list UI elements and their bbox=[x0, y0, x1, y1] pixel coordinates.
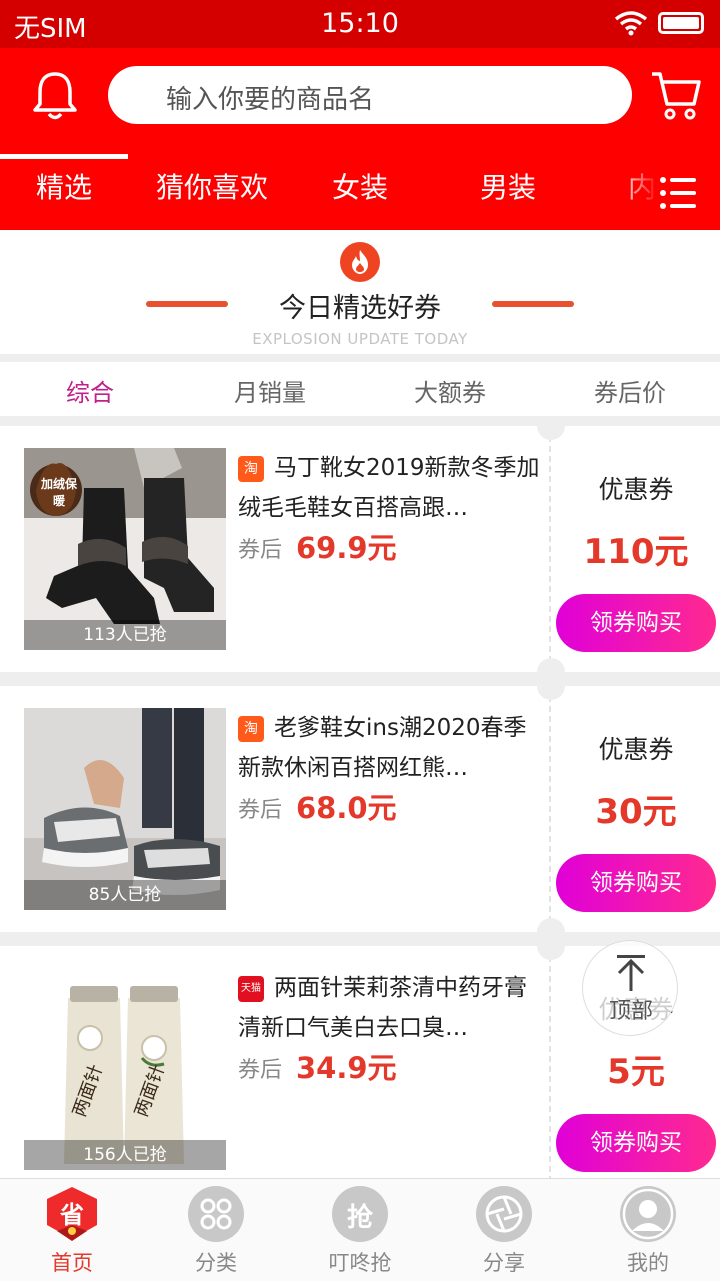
tab-womens[interactable]: 女装 bbox=[332, 166, 388, 206]
fire-icon bbox=[340, 242, 380, 282]
get-coupon-button[interactable]: 领券购买 bbox=[556, 1114, 716, 1172]
bell-icon[interactable] bbox=[30, 70, 80, 122]
tab-flash-grab[interactable]: 抢 叮咚抢 bbox=[288, 1179, 432, 1281]
active-tab-indicator bbox=[0, 154, 128, 159]
product-price: 68.0元 bbox=[296, 791, 397, 825]
banner-title: 今日精选好券 bbox=[279, 293, 441, 324]
wifi-icon bbox=[614, 11, 648, 36]
bottom-tab-bar: 省 首页 分类 抢 叮咚抢 分享 我的 bbox=[0, 1178, 720, 1281]
after-coupon-label: 券后 bbox=[238, 538, 283, 563]
image-tag: 加绒保暖 bbox=[40, 477, 77, 508]
status-time: 15:10 bbox=[321, 8, 399, 39]
tab-home-label: 首页 bbox=[51, 1251, 93, 1275]
section-banner: 今日精选好券 EXPLOSION UPDATE TODAY bbox=[0, 230, 720, 354]
grid-icon bbox=[187, 1185, 245, 1243]
product-title[interactable]: 老爹鞋女ins潮2020春季新款休闲百搭网红熊… bbox=[238, 708, 546, 788]
tab-share-label: 分享 bbox=[483, 1251, 525, 1275]
search-placeholder: 输入你要的商品名 bbox=[166, 85, 375, 115]
product-image[interactable]: 两面针 两面针 156人已抢 bbox=[24, 968, 226, 1170]
sort-monthly-sales[interactable]: 月销量 bbox=[180, 373, 360, 408]
tab-guess-you-like[interactable]: 猜你喜欢 bbox=[156, 166, 268, 206]
tab-profile[interactable]: 我的 bbox=[576, 1179, 720, 1281]
battery-icon bbox=[658, 12, 704, 34]
product-image[interactable]: 85人已抢 bbox=[24, 708, 226, 910]
sold-count: 113人已抢 bbox=[24, 620, 226, 650]
product-title[interactable]: 两面针茉莉茶清中药牙膏清新口气美白去口臭… bbox=[238, 968, 546, 1048]
sold-count: 85人已抢 bbox=[24, 880, 226, 910]
home-icon: 省 bbox=[43, 1185, 101, 1243]
tab-share[interactable]: 分享 bbox=[432, 1179, 576, 1281]
sort-big-coupon[interactable]: 大额券 bbox=[360, 373, 540, 408]
banner-subtitle: EXPLOSION UPDATE TODAY bbox=[252, 330, 468, 348]
product-title[interactable]: 马丁靴女2019新款冬季加绒毛毛鞋女百搭高跟… bbox=[238, 448, 546, 528]
status-bar: 无SIM 15:10 bbox=[0, 0, 720, 48]
coupon-amount: 5元 bbox=[607, 1052, 665, 1092]
tab-category-label: 分类 bbox=[195, 1251, 237, 1275]
aperture-icon bbox=[475, 1185, 533, 1243]
tab-category[interactable]: 分类 bbox=[144, 1179, 288, 1281]
user-icon bbox=[619, 1185, 677, 1243]
sort-final-price[interactable]: 券后价 bbox=[540, 373, 720, 408]
get-coupon-button[interactable]: 领券购买 bbox=[556, 854, 716, 912]
coupon-amount: 30元 bbox=[595, 792, 677, 832]
sort-comprehensive[interactable]: 综合 bbox=[0, 373, 180, 408]
coupon-label: 优惠券 bbox=[598, 475, 674, 504]
product-card[interactable]: 加绒保暖 113人已抢 淘 马丁靴女2019新款冬季加绒毛毛鞋女百搭高跟… 券后… bbox=[0, 426, 720, 672]
sort-bar: 综合 月销量 大额券 券后价 bbox=[0, 362, 720, 416]
after-coupon-label: 券后 bbox=[238, 1058, 283, 1083]
header: 输入你要的商品名 精选 猜你喜欢 女装 男装 内衣 bbox=[0, 48, 720, 230]
product-image[interactable]: 加绒保暖 113人已抢 bbox=[24, 448, 226, 650]
back-to-top-button[interactable]: 顶部 bbox=[582, 940, 678, 1036]
tab-mens[interactable]: 男装 bbox=[480, 166, 536, 206]
grab-icon: 抢 bbox=[331, 1185, 389, 1243]
coupon-label: 优惠券 bbox=[598, 735, 674, 764]
category-tabs: 精选 猜你喜欢 女装 男装 内衣 bbox=[0, 160, 720, 230]
back-to-top-label: 顶部 bbox=[608, 999, 653, 1024]
tab-flash-grab-label: 叮咚抢 bbox=[328, 1251, 392, 1275]
menu-icon[interactable] bbox=[660, 176, 696, 210]
get-coupon-button[interactable]: 领券购买 bbox=[556, 594, 716, 652]
after-coupon-label: 券后 bbox=[238, 798, 283, 823]
tab-profile-label: 我的 bbox=[627, 1251, 669, 1275]
tab-home[interactable]: 省 首页 bbox=[0, 1179, 144, 1281]
product-card[interactable]: 85人已抢 淘 老爹鞋女ins潮2020春季新款休闲百搭网红熊… 券后 68.0… bbox=[0, 686, 720, 932]
arrow-up-icon bbox=[617, 955, 645, 991]
search-input[interactable]: 输入你要的商品名 bbox=[108, 66, 632, 124]
cart-icon[interactable] bbox=[650, 68, 702, 122]
product-price: 69.9元 bbox=[296, 531, 397, 565]
coupon-amount: 110元 bbox=[583, 532, 689, 572]
product-price: 34.9元 bbox=[296, 1051, 397, 1085]
sold-count: 156人已抢 bbox=[24, 1140, 226, 1170]
tab-featured[interactable]: 精选 bbox=[36, 166, 92, 206]
